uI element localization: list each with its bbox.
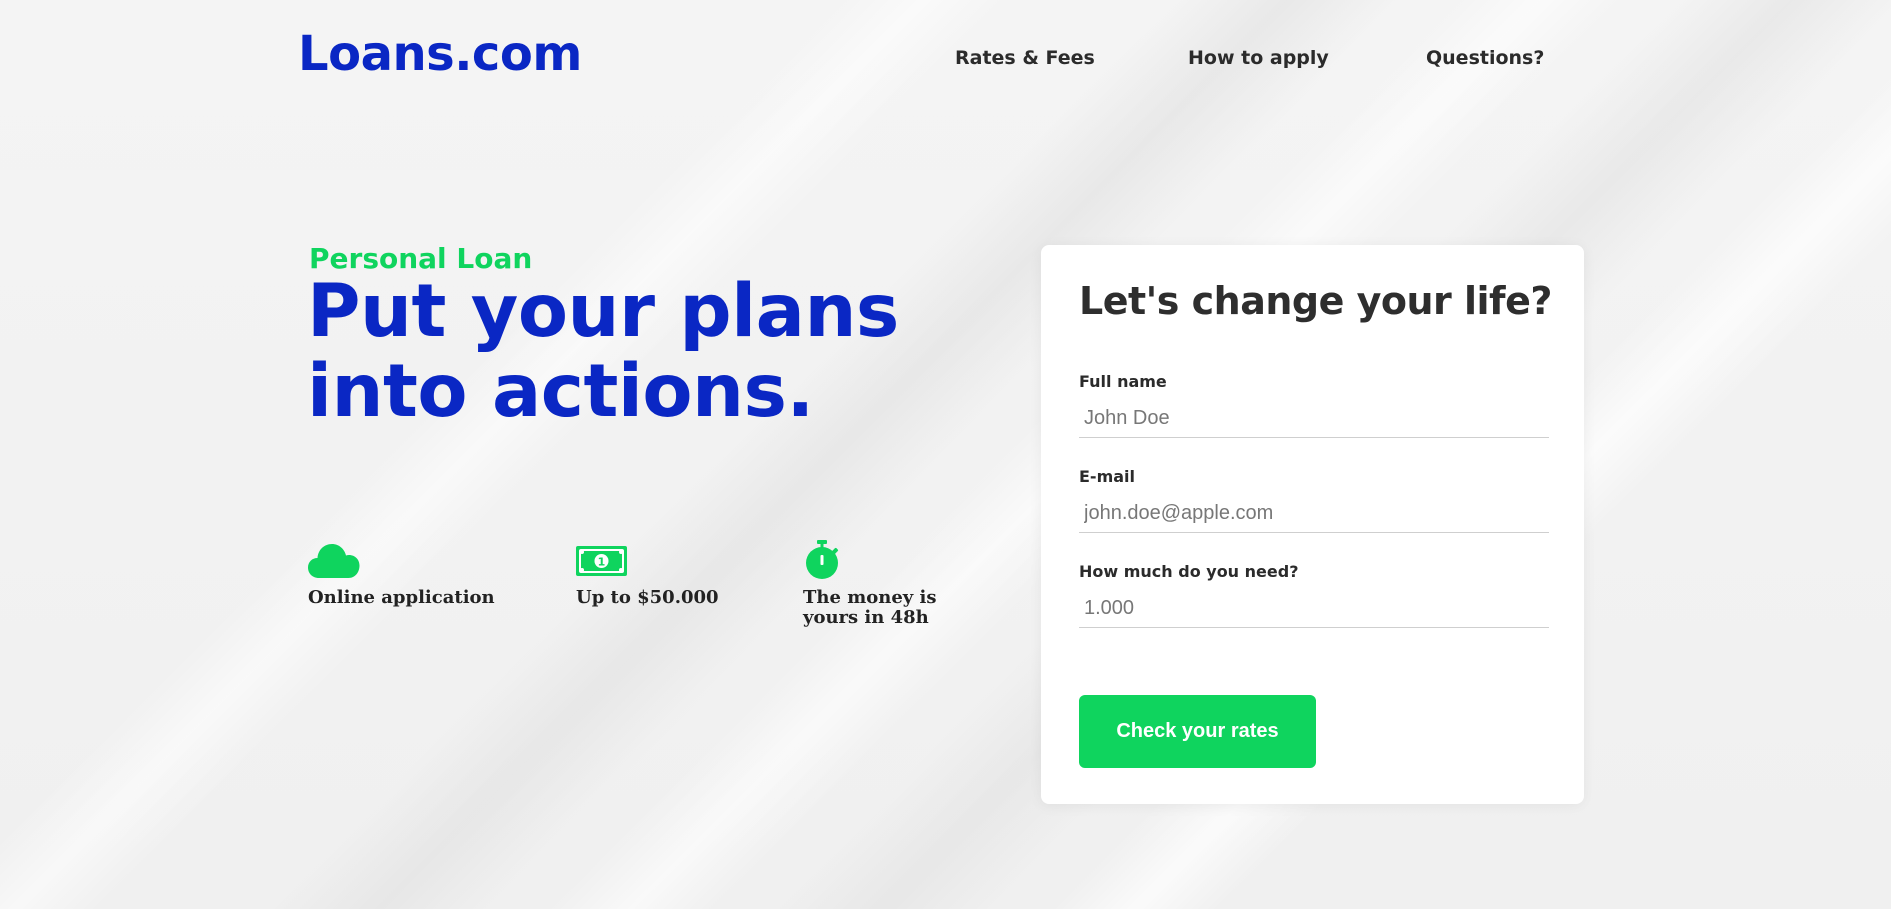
full-name-label: Full name [1079,372,1167,391]
email-field-group: E-mail [1079,467,1549,533]
full-name-input[interactable] [1079,405,1549,438]
amount-input[interactable] [1079,595,1549,628]
feature-online-application: Online application [308,540,495,608]
nav-link-questions[interactable]: Questions? [1426,47,1544,69]
svg-text:1: 1 [598,556,606,569]
feature-label: The money is yours in 48h [803,588,943,628]
background [0,0,1891,909]
feature-label-line-2: yours in 48h [803,607,929,628]
nav-link-rates-fees[interactable]: Rates & Fees [955,47,1095,69]
feature-fast-payout: The money is yours in 48h [803,540,943,628]
email-input[interactable] [1079,500,1549,533]
hero-headline-line-1: Put your plans [307,269,899,354]
amount-label: How much do you need? [1079,562,1299,581]
hero-headline-line-2: into actions. [307,349,814,434]
feature-amount: 1 Up to $50.000 [576,540,719,608]
stopwatch-icon [803,540,943,580]
amount-field-group: How much do you need? [1079,562,1549,628]
feature-label: Up to $50.000 [576,587,719,608]
money-bill-icon: 1 [576,540,719,580]
full-name-field-group: Full name [1079,372,1549,438]
hero-headline: Put your plans into actions. [307,272,947,432]
email-label: E-mail [1079,467,1136,486]
main-nav: Rates & Fees How to apply Questions? [0,47,1891,71]
feature-label: Online application [308,587,495,608]
form-title: Let's change your life? [1079,279,1552,323]
feature-label-line-1: The money is [803,587,937,608]
check-rates-button[interactable]: Check your rates [1079,695,1316,768]
nav-link-how-to-apply[interactable]: How to apply [1188,47,1329,69]
loan-application-form: Let's change your life? Full name E-mail… [1041,245,1584,804]
cloud-icon [308,540,495,580]
